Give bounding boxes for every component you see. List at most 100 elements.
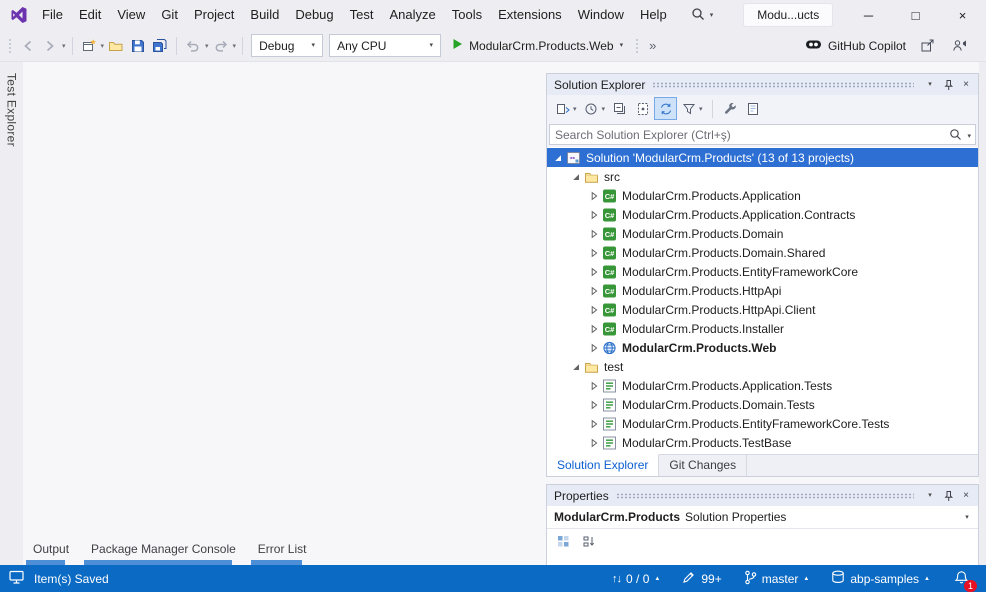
- pin-icon[interactable]: [939, 77, 957, 93]
- expander-closed-icon[interactable]: [587, 436, 600, 449]
- titlebar-search[interactable]: ▾: [687, 5, 718, 26]
- undo-caret-icon[interactable]: ▾: [205, 42, 209, 50]
- expander-open-icon[interactable]: [551, 151, 564, 164]
- git-sync-button[interactable]: ↑↓ 0 / 0 ▲: [612, 572, 660, 586]
- tree-item-test[interactable]: ModularCrm.Products.EntityFrameworkCore.…: [547, 414, 978, 433]
- tree-item-folder[interactable]: test: [547, 357, 978, 376]
- menu-window[interactable]: Window: [570, 0, 632, 30]
- tree-item-csharp[interactable]: C#ModularCrm.Products.Domain: [547, 224, 978, 243]
- expander-closed-icon[interactable]: [587, 227, 600, 240]
- properties-object-dropdown[interactable]: ModularCrm.Products Solution Properties …: [547, 506, 978, 529]
- expander-closed-icon[interactable]: [587, 303, 600, 316]
- sync-with-active-document-button[interactable]: [655, 98, 676, 119]
- expander-open-icon[interactable]: [569, 170, 582, 183]
- pin-icon[interactable]: [939, 488, 957, 504]
- filter-caret-icon[interactable]: ▾: [699, 105, 703, 113]
- expander-closed-icon[interactable]: [587, 246, 600, 259]
- save-button[interactable]: [127, 34, 149, 58]
- categorized-view-button[interactable]: [553, 531, 574, 552]
- toolbar-grip[interactable]: [8, 38, 13, 54]
- properties-wrench-button[interactable]: [720, 98, 741, 119]
- minimize-button[interactable]: ─: [845, 0, 892, 30]
- toolbar-overflow-button[interactable]: »: [649, 38, 656, 53]
- tree-item-csharp[interactable]: C#ModularCrm.Products.Installer: [547, 319, 978, 338]
- tree-item-csharp[interactable]: C#ModularCrm.Products.Application.Contra…: [547, 205, 978, 224]
- tree-item-test[interactable]: ModularCrm.Products.Domain.Tests: [547, 395, 978, 414]
- tree-item-csharp[interactable]: C#ModularCrm.Products.Domain.Shared: [547, 243, 978, 262]
- pending-edits-button[interactable]: 99+: [682, 570, 721, 587]
- expander-closed-icon[interactable]: [587, 417, 600, 430]
- menu-debug[interactable]: Debug: [287, 0, 341, 30]
- menu-extensions[interactable]: Extensions: [490, 0, 570, 30]
- solution-explorer-search-input[interactable]: [549, 124, 976, 145]
- expander-closed-icon[interactable]: [587, 341, 600, 354]
- undo-button[interactable]: [182, 34, 204, 58]
- navigation-history-caret-icon[interactable]: ▾: [62, 42, 66, 50]
- close-icon[interactable]: ×: [957, 77, 975, 93]
- panel-drag-grip[interactable]: [616, 493, 914, 499]
- notifications-button[interactable]: 1: [952, 571, 970, 587]
- menu-view[interactable]: View: [109, 0, 153, 30]
- platform-dropdown[interactable]: Any CPU ▾: [329, 34, 441, 57]
- show-all-files-button[interactable]: [632, 98, 653, 119]
- switch-views-button[interactable]: [552, 98, 573, 119]
- feedback-icon[interactable]: [948, 34, 970, 58]
- menu-git[interactable]: Git: [153, 0, 186, 30]
- menu-tools[interactable]: Tools: [444, 0, 490, 30]
- menu-project[interactable]: Project: [186, 0, 242, 30]
- switch-views-caret-icon[interactable]: ▾: [573, 105, 577, 113]
- git-branch-button[interactable]: master ▲: [744, 570, 810, 588]
- redo-caret-icon[interactable]: ▾: [233, 42, 237, 50]
- configuration-dropdown[interactable]: Debug ▾: [251, 34, 323, 57]
- search-options-caret-icon[interactable]: ▾: [967, 133, 971, 140]
- panel-splitter[interactable]: [546, 477, 979, 484]
- menu-test[interactable]: Test: [342, 0, 382, 30]
- expander-open-icon[interactable]: [569, 360, 582, 373]
- expander-closed-icon[interactable]: [587, 379, 600, 392]
- tree-item-csharp[interactable]: C#ModularCrm.Products.HttpApi: [547, 281, 978, 300]
- window-position-caret-icon[interactable]: ▾: [921, 488, 939, 504]
- tree-item-csharp[interactable]: C#ModularCrm.Products.Application: [547, 186, 978, 205]
- tree-item-test[interactable]: ModularCrm.Products.TestBase: [547, 433, 978, 452]
- repository-button[interactable]: abp-samples ▲: [831, 570, 930, 587]
- menu-edit[interactable]: Edit: [71, 0, 109, 30]
- open-file-button[interactable]: [105, 34, 127, 58]
- tree-item-csharp[interactable]: C#ModularCrm.Products.EntityFrameworkCor…: [547, 262, 978, 281]
- preview-selected-items-button[interactable]: [743, 98, 764, 119]
- expander-closed-icon[interactable]: [587, 208, 600, 221]
- menu-analyze[interactable]: Analyze: [381, 0, 443, 30]
- monitor-icon[interactable]: [9, 570, 25, 587]
- expander-closed-icon[interactable]: [587, 284, 600, 297]
- expander-closed-icon[interactable]: [587, 265, 600, 278]
- pending-changes-caret-icon[interactable]: ▾: [602, 105, 606, 113]
- tree-item-solution[interactable]: Solution 'ModularCrm.Products' (13 of 13…: [547, 148, 978, 167]
- start-debugging-button[interactable]: ModularCrm.Products.Web ▾: [444, 34, 631, 58]
- tab-error-list[interactable]: Error List: [248, 538, 317, 565]
- tab-test-explorer[interactable]: Test Explorer: [5, 73, 19, 147]
- tab-package-manager-console[interactable]: Package Manager Console: [81, 538, 246, 565]
- maximize-button[interactable]: □: [892, 0, 939, 30]
- menu-build[interactable]: Build: [242, 0, 287, 30]
- alphabetical-sort-button[interactable]: [579, 531, 600, 552]
- filter-button[interactable]: [678, 98, 699, 119]
- tree-item-folder[interactable]: src: [547, 167, 978, 186]
- expander-closed-icon[interactable]: [587, 322, 600, 335]
- panel-drag-grip[interactable]: [652, 82, 914, 88]
- tree-item-csharp[interactable]: C#ModularCrm.Products.HttpApi.Client: [547, 300, 978, 319]
- navigate-back-button[interactable]: [17, 34, 39, 58]
- menu-file[interactable]: File: [34, 0, 71, 30]
- tab-output[interactable]: Output: [23, 538, 79, 565]
- new-project-caret-icon[interactable]: ▾: [101, 42, 105, 50]
- tab-solution-explorer[interactable]: Solution Explorer: [547, 454, 659, 476]
- menu-help[interactable]: Help: [632, 0, 675, 30]
- close-button[interactable]: ×: [939, 0, 986, 30]
- window-position-caret-icon[interactable]: ▾: [921, 77, 939, 93]
- new-project-button[interactable]: [78, 34, 100, 58]
- toolbar-grip[interactable]: [635, 38, 640, 54]
- share-icon[interactable]: [916, 34, 938, 58]
- close-icon[interactable]: ×: [957, 488, 975, 504]
- tab-git-changes[interactable]: Git Changes: [659, 455, 747, 476]
- redo-button[interactable]: [210, 34, 232, 58]
- save-all-button[interactable]: [149, 34, 171, 58]
- tree-item-web[interactable]: ModularCrm.Products.Web: [547, 338, 978, 357]
